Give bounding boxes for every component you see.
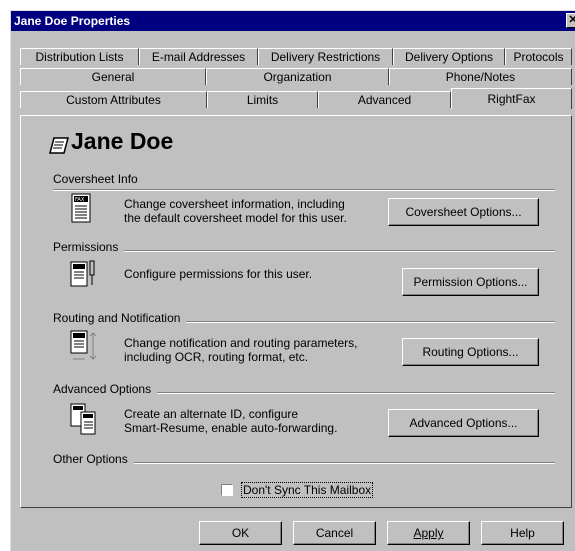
fax-document-icon: FAX (71, 193, 91, 223)
apply-button[interactable]: Apply (387, 521, 470, 545)
routing-options-button[interactable]: Routing Options... (402, 338, 539, 366)
tab-general[interactable]: General (20, 68, 206, 85)
permissions-section-label: Permissions (53, 240, 125, 254)
tab-rightfax[interactable]: RightFax (451, 88, 572, 109)
tab-protocols[interactable]: Protocols (505, 48, 572, 65)
routing-section-label: Routing and Notification (53, 311, 187, 325)
advanced-section-label: Advanced Options (53, 382, 158, 396)
dont-sync-checkbox[interactable] (221, 484, 233, 496)
tab-advanced[interactable]: Advanced (318, 91, 451, 108)
window-title: Jane Doe Properties (14, 14, 131, 28)
routing-description-2: including OCR, routing format, etc. (124, 350, 309, 364)
coversheet-description-2: the default coversheet model for this us… (124, 211, 347, 225)
coversheet-divider (53, 189, 555, 191)
fax-advanced-icon (70, 403, 96, 435)
dont-sync-label[interactable]: Don't Sync This Mailbox (241, 482, 374, 498)
properties-dialog: Jane Doe Properties ✕ Distribution Lists… (10, 10, 575, 551)
coversheet-description-1: Change coversheet information, including (124, 197, 345, 211)
title-bar: Jane Doe Properties ✕ (11, 11, 575, 31)
svg-text:FAX: FAX (75, 197, 85, 203)
ok-button[interactable]: OK (199, 521, 282, 545)
apply-label: Apply (413, 526, 444, 540)
tab-distribution-lists[interactable]: Distribution Lists (20, 48, 139, 65)
advanced-options-button[interactable]: Advanced Options... (388, 409, 539, 437)
coversheet-section-label: Coversheet Info (53, 172, 144, 186)
cancel-button[interactable]: Cancel (293, 521, 376, 545)
user-name: Jane Doe (71, 128, 174, 154)
advanced-description-1: Create an alternate ID, configure (124, 407, 299, 421)
tab-email-addresses[interactable]: E-mail Addresses (139, 48, 258, 65)
tab-phone-notes[interactable]: Phone/Notes (389, 68, 572, 85)
fax-permission-icon (70, 260, 95, 287)
permissions-description: Configure permissions for this user. (124, 267, 313, 281)
tab-limits[interactable]: Limits (207, 91, 318, 108)
coversheet-options-button[interactable]: Coversheet Options... (388, 198, 539, 226)
advanced-description-2: Smart-Resume, enable auto-forwarding. (124, 421, 338, 435)
routing-description-1: Change notification and routing paramete… (124, 336, 358, 350)
other-section-label: Other Options (53, 452, 134, 466)
close-button[interactable]: ✕ (566, 13, 575, 28)
tab-delivery-restrictions[interactable]: Delivery Restrictions (258, 48, 393, 65)
permissions-divider (53, 250, 555, 252)
tab-delivery-options[interactable]: Delivery Options (393, 48, 505, 65)
fax-sheet-icon (49, 137, 69, 154)
permission-options-button[interactable]: Permission Options... (402, 268, 539, 296)
help-button[interactable]: Help (481, 521, 564, 545)
tab-custom-attributes[interactable]: Custom Attributes (20, 91, 207, 108)
tab-organization[interactable]: Organization (206, 68, 389, 85)
fax-routing-icon (70, 330, 97, 360)
